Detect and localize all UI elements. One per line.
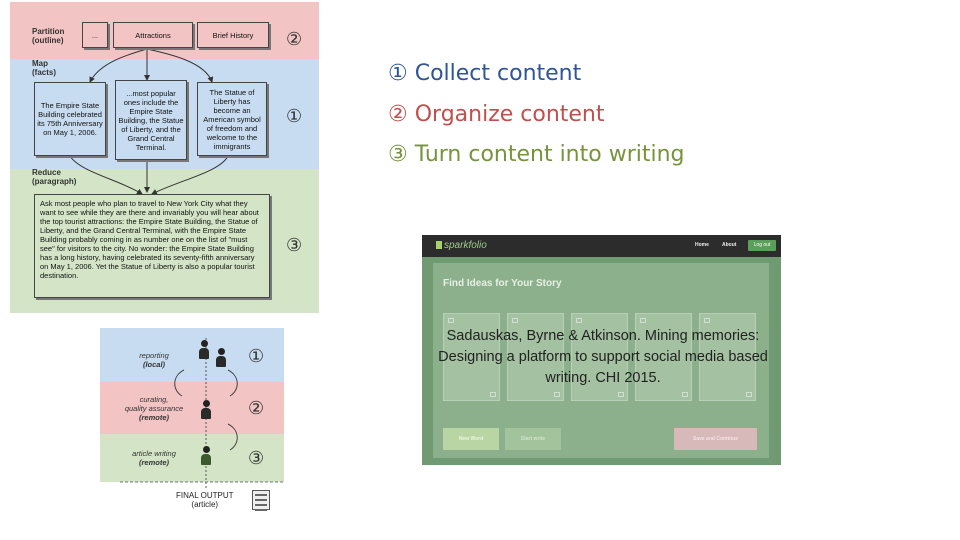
card-image-icon bbox=[512, 318, 518, 323]
step-collect-content: ① Collect content bbox=[388, 61, 582, 86]
logo-icon bbox=[436, 241, 442, 249]
logout-button[interactable]: Log out bbox=[748, 240, 776, 251]
sparkfolio-topbar: sparkfolio Home About Log out bbox=[422, 235, 781, 257]
card-image-icon bbox=[682, 392, 688, 397]
mapreduce-figure: Partition (outline) Map (facts) Reduce (… bbox=[10, 2, 319, 313]
nav-about[interactable]: About bbox=[722, 241, 736, 249]
partition-node-ellipsis: ... bbox=[82, 22, 108, 48]
card-image-icon bbox=[618, 392, 624, 397]
card-image-icon bbox=[576, 318, 582, 323]
workflow-figure: reporting (local) curating, quality assu… bbox=[100, 328, 286, 513]
card-image-icon bbox=[704, 318, 710, 323]
final-output-label: FINAL OUTPUT (article) bbox=[176, 491, 234, 509]
citation: Sadauskas, Byrne & Atkinson. Mining memo… bbox=[438, 328, 768, 386]
article-document-icon bbox=[252, 490, 270, 511]
card-image-icon bbox=[554, 392, 560, 397]
reduce-paragraph: Ask most people who plan to travel to Ne… bbox=[34, 194, 270, 298]
map-node-popular: ...most popular ones include the Empire … bbox=[115, 80, 187, 160]
panel-title: Find Ideas for Your Story bbox=[443, 278, 562, 289]
step-organize-content: ② Organize content bbox=[388, 102, 605, 127]
card-image-icon bbox=[746, 392, 752, 397]
new-word-button[interactable]: New Word bbox=[443, 428, 499, 450]
partition-node-brief-history: Brief History bbox=[197, 22, 269, 48]
card-image-icon bbox=[490, 392, 496, 397]
curator-person-icon bbox=[201, 400, 211, 419]
step-turn-into-writing: ③ Turn content into writing bbox=[388, 142, 685, 167]
reporter-person-icon bbox=[216, 348, 226, 367]
card-image-icon bbox=[448, 318, 454, 323]
partition-node-attractions: Attractions bbox=[113, 22, 193, 48]
workflow-marker-2: ② bbox=[248, 398, 265, 418]
map-node-statue: The Statue of Liberty has become an Amer… bbox=[197, 82, 267, 156]
step-marker-1: ① bbox=[286, 106, 303, 126]
workflow-marker-1: ① bbox=[248, 346, 265, 366]
card-image-icon bbox=[640, 318, 646, 323]
save-continue-button[interactable]: Save and Continue bbox=[674, 428, 757, 450]
map-node-empire-state: The Empire State Building celebrated its… bbox=[34, 82, 106, 156]
sparkfolio-logo: sparkfolio bbox=[436, 239, 487, 252]
nav-home[interactable]: Home bbox=[695, 241, 709, 249]
reporter-person-icon bbox=[199, 340, 209, 359]
start-write-button[interactable]: Start write bbox=[505, 428, 561, 450]
writer-person-icon bbox=[201, 446, 211, 465]
workflow-marker-3: ③ bbox=[248, 448, 265, 468]
step-marker-2: ② bbox=[286, 29, 303, 49]
step-marker-3: ③ bbox=[286, 235, 303, 255]
